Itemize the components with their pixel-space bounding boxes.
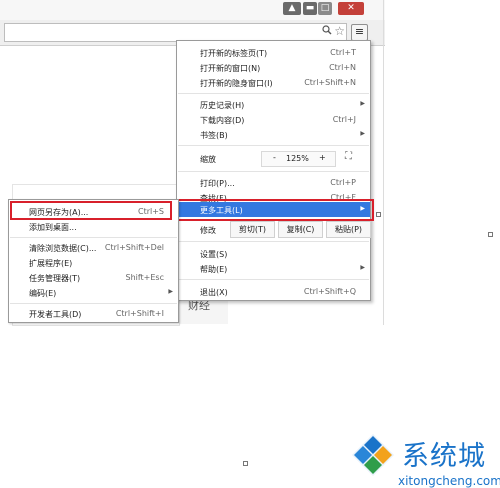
menu-item-downloads[interactable]: 下载内容(D) Ctrl+J xyxy=(177,112,370,127)
chrome-menu-button[interactable]: ≡ xyxy=(351,24,368,41)
menu-item-exit[interactable]: 退出(X) Ctrl+Shift+Q xyxy=(177,284,370,299)
annotation-highlight-save-page xyxy=(10,201,172,220)
window-edge xyxy=(383,0,384,325)
menu-item-shortcut: Ctrl+J xyxy=(332,115,356,124)
menu-item-label: 打开新的标签页(T) xyxy=(200,49,268,58)
menu-item-shortcut: Ctrl+Shift+Q xyxy=(303,287,356,296)
zoom-value: 125% xyxy=(286,154,309,163)
menu-separator xyxy=(178,279,369,280)
submenu-item-shortcut: Ctrl+Shift+I xyxy=(115,309,164,318)
menu-zoom-row: 缩放 - 125% + ⛶ xyxy=(177,150,370,167)
zoom-in-button[interactable]: + xyxy=(319,153,326,162)
menu-separator xyxy=(178,93,369,94)
menu-item-label: 打印(P)... xyxy=(200,179,235,188)
submenu-item-label: 清除浏览数据(C)... xyxy=(29,244,97,253)
menu-item-label: 书签(B) xyxy=(200,131,228,140)
menu-item-label: 下载内容(D) xyxy=(200,116,245,125)
menu-item-bookmarks[interactable]: 书签(B) ▶ xyxy=(177,127,370,142)
menu-item-label: 设置(S) xyxy=(200,250,228,259)
submenu-arrow-icon: ▶ xyxy=(360,130,365,137)
menu-edit-row: 修改 剪切(T) 复制(C) 粘贴(P) xyxy=(177,221,371,238)
menu-separator xyxy=(178,171,369,172)
menu-item-label: 帮助(E) xyxy=(200,265,228,274)
copy-button[interactable]: 复制(C) xyxy=(278,221,323,238)
maximize-button[interactable]: □ xyxy=(318,2,332,15)
submenu-item-label: 编码(E) xyxy=(29,289,57,298)
menu-separator xyxy=(178,241,369,242)
resize-handle[interactable] xyxy=(488,232,493,237)
menu-item-label: 打开新的窗口(N) xyxy=(200,64,261,73)
menu-item-settings[interactable]: 设置(S) xyxy=(177,246,370,261)
menu-item-shortcut: Ctrl+Shift+N xyxy=(304,78,356,87)
watermark-url: xitongcheng.com xyxy=(398,474,500,488)
menu-item-label: 打开新的隐身窗口(I) xyxy=(200,79,273,88)
submenu-item-shortcut: Ctrl+Shift+Del xyxy=(104,243,164,252)
submenu-item-devtools[interactable]: 开发者工具(D) Ctrl+Shift+I xyxy=(9,306,178,321)
menu-item-print[interactable]: 打印(P)... Ctrl+P xyxy=(177,175,370,190)
submenu-arrow-icon: ▶ xyxy=(360,100,365,107)
menu-separator xyxy=(10,303,177,304)
edit-label: 修改 xyxy=(200,226,216,235)
resize-handle[interactable] xyxy=(376,212,381,217)
submenu-item-label: 开发者工具(D) xyxy=(29,310,82,319)
menu-separator xyxy=(10,237,177,238)
menu-item-new-incognito[interactable]: 打开新的隐身窗口(I) Ctrl+Shift+N xyxy=(177,75,370,90)
menu-item-shortcut: Ctrl+T xyxy=(330,48,356,57)
watermark-logo-icon xyxy=(352,434,394,476)
resize-handle[interactable] xyxy=(243,461,248,466)
cut-button[interactable]: 剪切(T) xyxy=(230,221,275,238)
submenu-item-extensions[interactable]: 扩展程序(E) xyxy=(9,255,178,270)
menu-item-label: 历史记录(H) xyxy=(200,101,245,110)
menu-item-history[interactable]: 历史记录(H) ▶ xyxy=(177,97,370,112)
fullscreen-icon[interactable]: ⛶ xyxy=(345,151,352,162)
zoom-out-button[interactable]: - xyxy=(273,153,276,162)
main-menu: 打开新的标签页(T) Ctrl+T 打开新的窗口(N) Ctrl+N 打开新的隐… xyxy=(176,40,371,301)
submenu-item-label: 添加到桌面... xyxy=(29,223,77,232)
menu-separator xyxy=(178,145,369,146)
submenu-item-label: 扩展程序(E) xyxy=(29,259,73,268)
submenu-item-shortcut: Shift+Esc xyxy=(125,273,164,282)
user-icon[interactable]: ▲ xyxy=(283,2,301,15)
menu-item-new-tab[interactable]: 打开新的标签页(T) Ctrl+T xyxy=(177,45,370,60)
zoom-icon[interactable] xyxy=(322,25,332,38)
menu-item-help[interactable]: 帮助(E) ▶ xyxy=(177,261,370,276)
submenu-item-label: 任务管理器(T) xyxy=(29,274,81,283)
watermark-title: 系统城 xyxy=(402,441,486,472)
zoom-label: 缩放 xyxy=(200,155,216,164)
submenu-arrow-icon: ▶ xyxy=(168,288,173,295)
submenu-item-clear-data[interactable]: 清除浏览数据(C)... Ctrl+Shift+Del xyxy=(9,240,178,255)
menu-item-shortcut: Ctrl+P xyxy=(330,178,356,187)
submenu-item-add-to-desktop[interactable]: 添加到桌面... xyxy=(9,219,178,234)
submenu-arrow-icon: ▶ xyxy=(360,264,365,271)
minimize-button[interactable]: ▬ xyxy=(303,2,317,15)
submenu-item-encoding[interactable]: 编码(E) ▶ xyxy=(9,285,178,300)
menu-item-shortcut: Ctrl+N xyxy=(329,63,356,72)
title-bar: ▲ ▬ □ ✕ xyxy=(0,0,385,20)
close-button[interactable]: ✕ xyxy=(338,2,364,15)
annotation-highlight-more-tools xyxy=(174,199,374,221)
submenu-item-task-manager[interactable]: 任务管理器(T) Shift+Esc xyxy=(9,270,178,285)
menu-item-new-window[interactable]: 打开新的窗口(N) Ctrl+N xyxy=(177,60,370,75)
bookmark-star-icon[interactable]: ☆ xyxy=(334,24,345,38)
paste-button[interactable]: 粘贴(P) xyxy=(326,221,371,238)
menu-item-label: 退出(X) xyxy=(200,288,228,297)
